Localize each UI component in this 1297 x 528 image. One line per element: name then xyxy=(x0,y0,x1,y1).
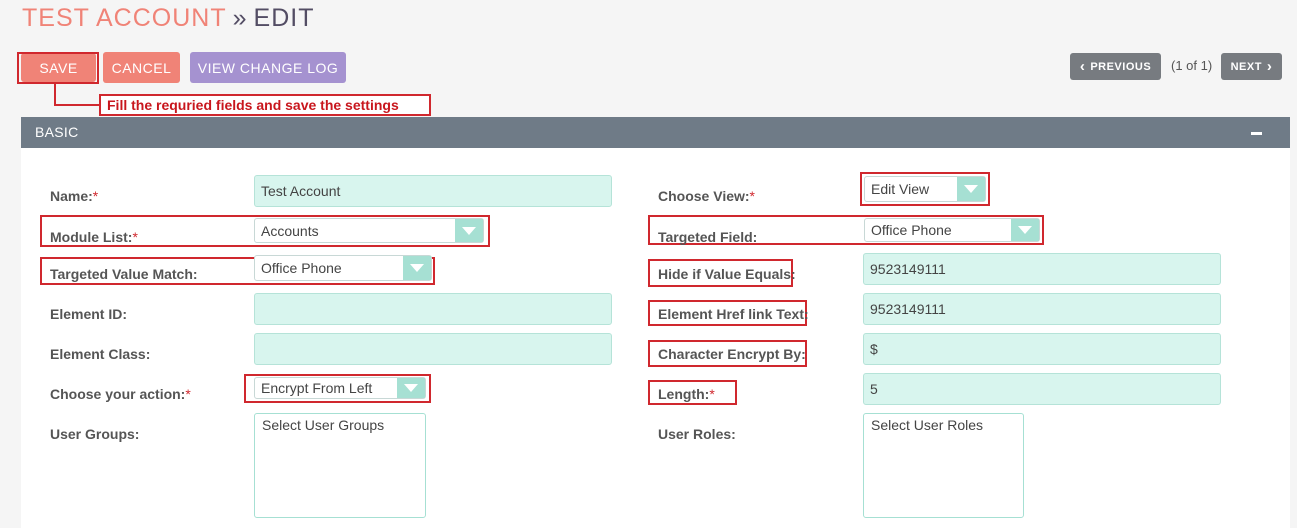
choose-view-label: Choose View:* xyxy=(658,188,755,204)
length-input[interactable]: 5 xyxy=(863,373,1221,405)
dropdown-arrow-icon[interactable] xyxy=(455,219,483,242)
character-encrypt-by-label: Character Encrypt By: xyxy=(658,346,806,362)
element-class-label: Element Class: xyxy=(50,346,151,362)
length-label: Length:* xyxy=(658,386,715,402)
dropdown-arrow-icon[interactable] xyxy=(397,378,425,398)
collapse-icon[interactable] xyxy=(1251,132,1262,135)
user-roles-placeholder: Select User Roles xyxy=(871,417,984,433)
page-count: (1 of 1) xyxy=(1171,58,1213,73)
view-change-log-button[interactable]: VIEW CHANGE LOG xyxy=(190,52,346,83)
choose-view-value: Edit View xyxy=(871,181,930,197)
hide-if-value-equals-label: Hide if Value Equals: xyxy=(658,266,796,282)
dropdown-arrow-icon[interactable] xyxy=(1011,219,1039,241)
user-groups-multiselect[interactable]: Select User Groups xyxy=(254,413,426,518)
required-marker: * xyxy=(132,229,138,245)
cancel-button[interactable]: CANCEL xyxy=(103,52,180,83)
name-input[interactable]: Test Account xyxy=(254,175,612,207)
choose-view-select[interactable]: Edit View xyxy=(864,176,986,202)
title-separator: » xyxy=(232,4,248,32)
module-title: TEST ACCOUNT xyxy=(22,4,227,32)
element-id-input[interactable] xyxy=(254,293,612,325)
previous-button[interactable]: ‹ PREVIOUS xyxy=(1070,53,1161,80)
user-roles-multiselect[interactable]: Select User Roles xyxy=(863,413,1024,518)
annotation-callout: Fill the requried fields and save the se… xyxy=(99,94,431,116)
required-marker: * xyxy=(185,386,191,402)
panel-header[interactable]: BASIC xyxy=(21,117,1290,148)
annotation-connector xyxy=(54,104,100,106)
targeted-field-value: Office Phone xyxy=(871,222,952,238)
action-title: EDIT xyxy=(253,4,315,32)
user-groups-placeholder: Select User Groups xyxy=(262,417,385,433)
previous-label: PREVIOUS xyxy=(1090,60,1152,73)
element-id-label: Element ID: xyxy=(50,306,128,322)
element-class-input[interactable] xyxy=(254,333,612,365)
chevron-right-icon: › xyxy=(1266,57,1273,75)
choose-action-label: Choose your action:* xyxy=(50,386,191,402)
page-title: TEST ACCOUNT» EDIT xyxy=(22,4,314,32)
annotation-connector xyxy=(54,83,56,106)
required-marker: * xyxy=(92,188,99,204)
element-href-link-text-label: Element Href link Text: xyxy=(658,306,809,322)
save-highlight-box xyxy=(17,52,99,84)
character-encrypt-by-input[interactable]: $ xyxy=(863,333,1221,365)
next-label: NEXT xyxy=(1230,60,1262,73)
hide-if-value-equals-input[interactable]: 9523149111 xyxy=(863,253,1221,285)
user-groups-label: User Groups: xyxy=(50,426,140,442)
name-label: Name:* xyxy=(50,188,99,204)
required-marker: * xyxy=(749,188,755,204)
dropdown-arrow-icon[interactable] xyxy=(957,177,985,201)
targeted-value-match-label: Targeted Value Match: xyxy=(50,266,198,282)
targeted-value-match-value: Office Phone xyxy=(261,260,342,276)
panel-title: BASIC xyxy=(35,124,79,140)
targeted-value-match-select[interactable]: Office Phone xyxy=(254,255,432,281)
choose-action-value: Encrypt From Left xyxy=(261,380,373,396)
element-href-link-text-input[interactable]: 9523149111 xyxy=(863,293,1221,325)
module-list-select[interactable]: Accounts xyxy=(254,218,484,243)
chevron-left-icon: ‹ xyxy=(1079,57,1086,75)
module-list-value: Accounts xyxy=(261,222,319,239)
targeted-field-label: Targeted Field: xyxy=(658,229,758,245)
choose-action-select[interactable]: Encrypt From Left xyxy=(254,377,426,399)
targeted-field-select[interactable]: Office Phone xyxy=(864,218,1040,242)
dropdown-arrow-icon[interactable] xyxy=(403,256,431,280)
next-button[interactable]: NEXT › xyxy=(1221,53,1282,80)
module-list-label: Module List:* xyxy=(50,229,138,245)
required-marker: * xyxy=(709,386,715,402)
user-roles-label: User Roles: xyxy=(658,426,736,442)
